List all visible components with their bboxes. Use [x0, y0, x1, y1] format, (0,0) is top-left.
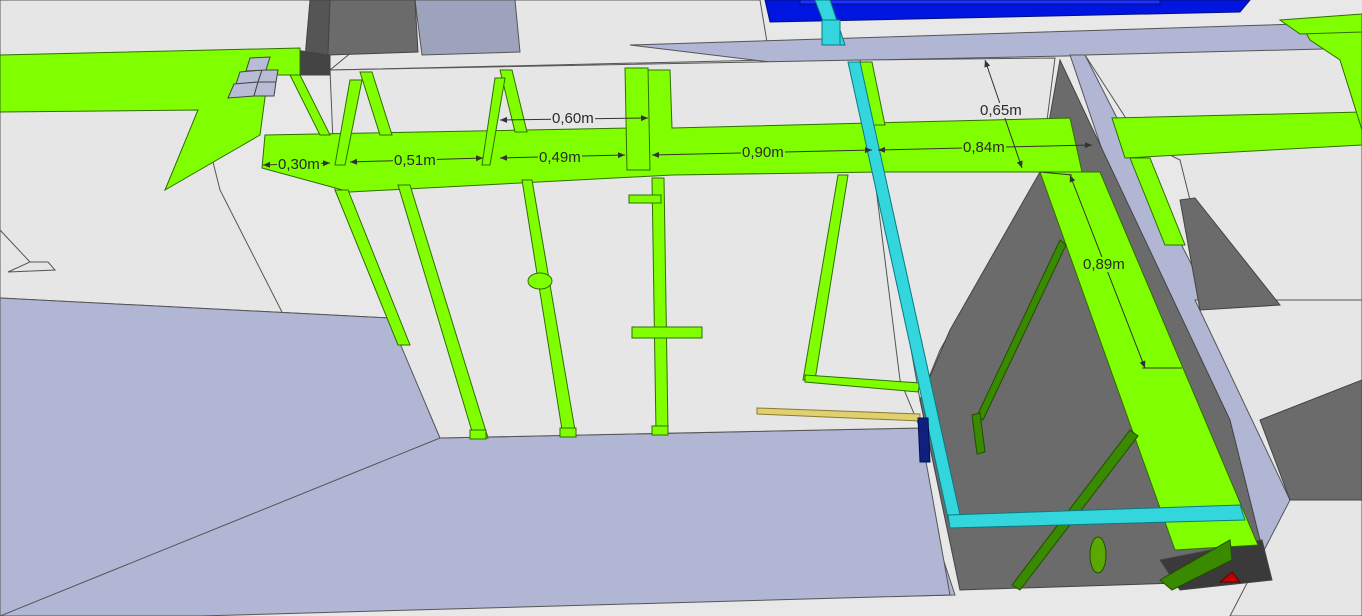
- plumbing-3d-scene[interactable]: [0, 0, 1362, 616]
- pipe-upper-6: [624, 67, 651, 171]
- pipe-upper-1: [289, 74, 331, 136]
- blue-pipe: [764, 0, 1251, 23]
- fitting-round: [527, 272, 553, 290]
- floor-top-lavender-a: [414, 0, 521, 56]
- cavity-top-left: [304, 0, 331, 59]
- navy-fitting: [917, 417, 931, 463]
- fitting-cross-2: [631, 326, 703, 339]
- model-viewport[interactable]: 0,30m 0,51m 0,49m 0,60m 0,90m 0,84m 0,65…: [0, 0, 1362, 616]
- fitting-cross-1: [628, 194, 662, 204]
- cavity-top-left-b: [327, 0, 419, 56]
